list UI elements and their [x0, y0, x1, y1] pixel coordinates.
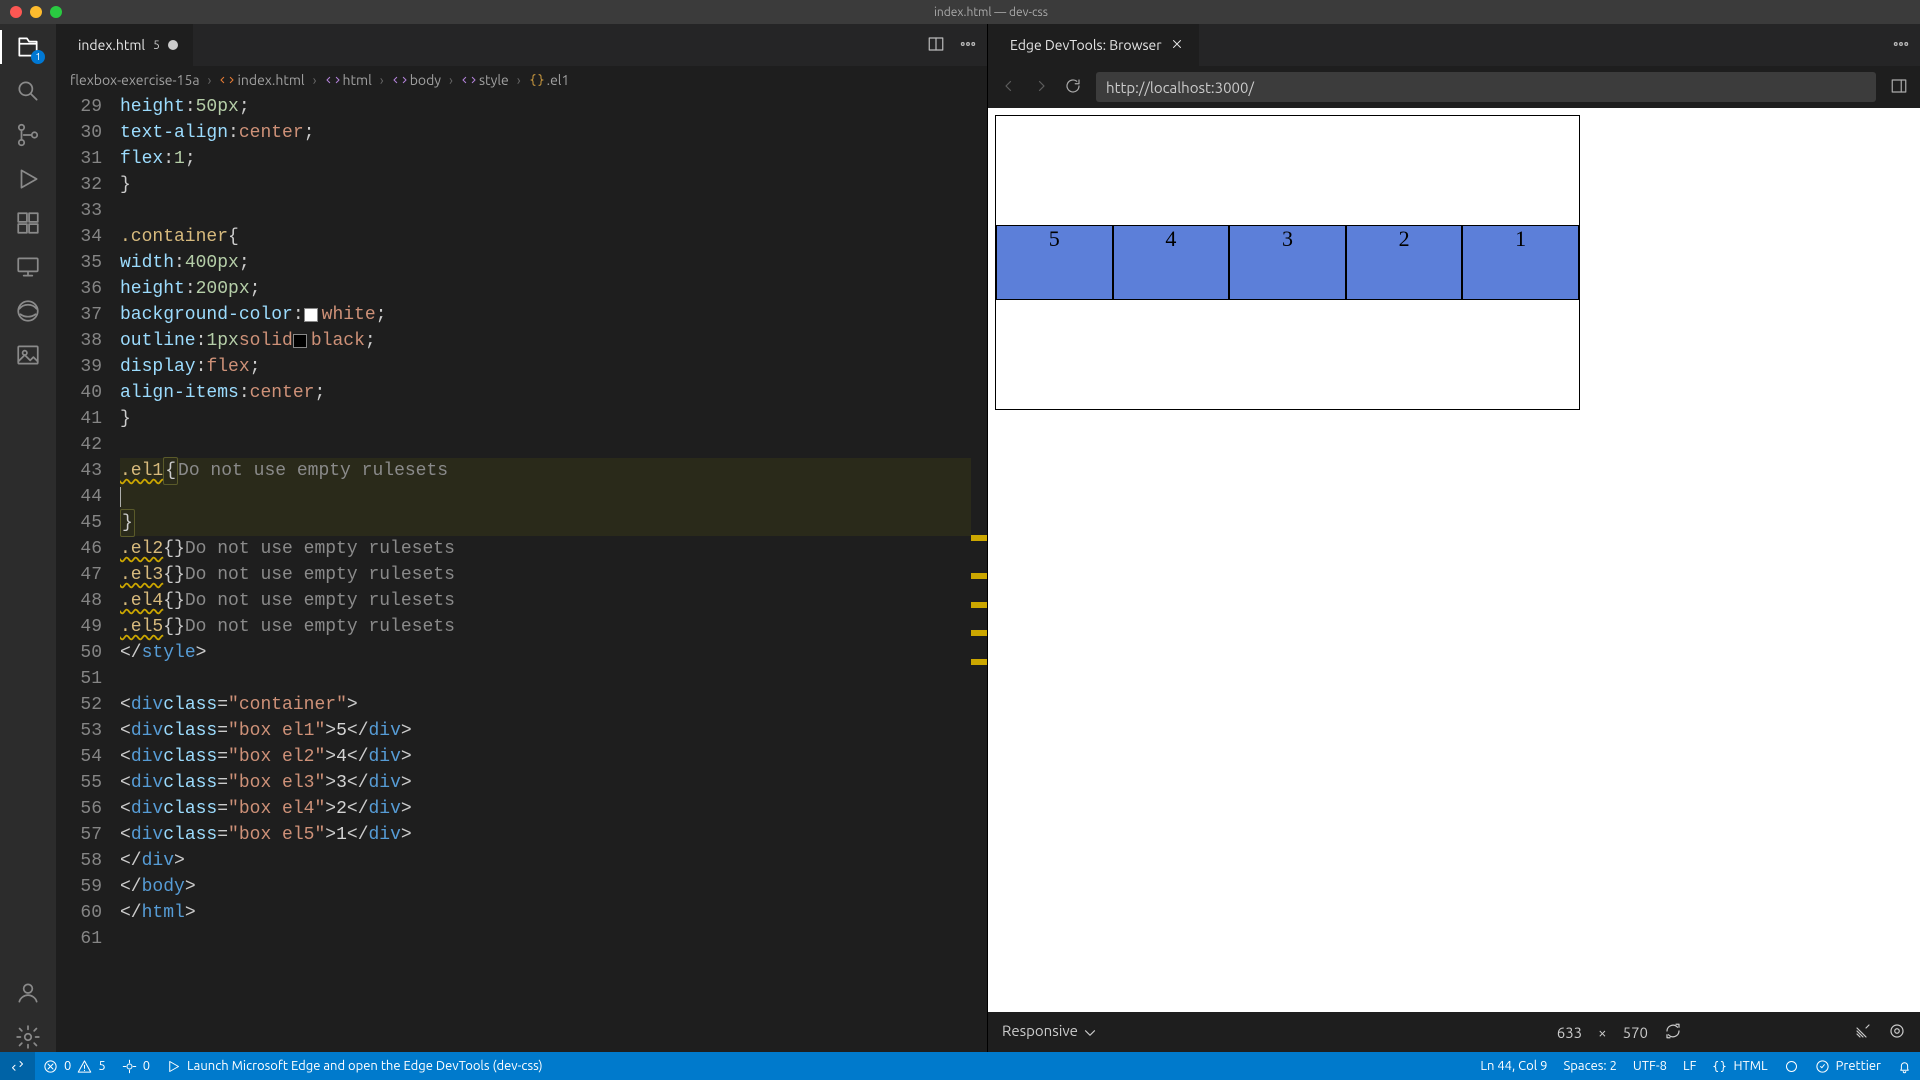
eol-button[interactable]: LF: [1675, 1052, 1704, 1080]
tab-diagnostic-count: 5: [153, 39, 160, 52]
dock-icon[interactable]: [1890, 77, 1908, 98]
extensions-icon[interactable]: [13, 208, 43, 238]
more-actions-icon[interactable]: [959, 35, 977, 56]
screencast-icon[interactable]: [1854, 1022, 1872, 1043]
breadcrumb-seg[interactable]: style: [479, 72, 509, 88]
titlebar: index.html — dev-css: [0, 0, 1920, 24]
run-debug-icon[interactable]: [13, 164, 43, 194]
viewport-sep: ×: [1598, 1024, 1606, 1041]
prettier-button[interactable]: Prettier: [1807, 1052, 1889, 1080]
tab-index-html[interactable]: index.html 5: [56, 24, 193, 66]
activity-bar: 1: [0, 24, 56, 1052]
url-text: http://localhost:3000/: [1106, 79, 1254, 96]
remote-explorer-icon[interactable]: [13, 252, 43, 282]
breadcrumb-seg[interactable]: html: [343, 72, 372, 88]
settings-gear-icon[interactable]: [13, 1022, 43, 1052]
tab-dirty-dot-icon: [168, 40, 178, 50]
breadcrumb-seg[interactable]: body: [410, 72, 441, 88]
encoding-button[interactable]: UTF-8: [1625, 1052, 1675, 1080]
inspect-icon[interactable]: [1888, 1022, 1906, 1043]
editor-group-left: index.html 5 flexbox-exercise-15a› index…: [56, 24, 988, 1052]
more-actions-icon[interactable]: [1892, 35, 1910, 56]
image-icon[interactable]: [13, 340, 43, 370]
symbol-icon: [325, 72, 341, 88]
problems-button[interactable]: 0 5: [35, 1052, 114, 1080]
viewport-width[interactable]: 633: [1557, 1024, 1582, 1041]
tab-title: Edge DevTools: Browser: [1010, 37, 1162, 53]
source-control-icon[interactable]: [13, 120, 43, 150]
search-icon[interactable]: [13, 76, 43, 106]
preview-box: 1: [1462, 225, 1579, 300]
url-input[interactable]: http://localhost:3000/: [1096, 72, 1876, 102]
viewport-mode[interactable]: Responsive: [1002, 1022, 1099, 1041]
overview-ruler[interactable]: [971, 94, 987, 1052]
notifications-icon[interactable]: [1889, 1052, 1920, 1080]
explorer-badge: 1: [31, 50, 45, 64]
maximize-window-icon[interactable]: [50, 6, 62, 18]
code-editor[interactable]: 2930313233343536373839404142434445464748…: [56, 94, 987, 1052]
preview-container: 5 4 3 2 1: [996, 116, 1579, 409]
tab-bar-left: index.html 5: [56, 24, 987, 66]
explorer-icon[interactable]: 1: [13, 32, 43, 62]
rotate-icon[interactable]: [1664, 1022, 1682, 1043]
breadcrumb-folder[interactable]: flexbox-exercise-15a: [70, 72, 200, 88]
browser-preview[interactable]: 5 4 3 2 1: [988, 108, 1920, 1012]
edge-tools-icon[interactable]: [13, 296, 43, 326]
breadcrumb-file[interactable]: index.html: [237, 72, 304, 88]
tab-bar-right: Edge DevTools: Browser: [988, 24, 1920, 66]
editor-group-right: Edge DevTools: Browser http://localhost:…: [988, 24, 1920, 1052]
minimize-window-icon[interactable]: [30, 6, 42, 18]
close-window-icon[interactable]: [10, 6, 22, 18]
preview-box: 4: [1113, 225, 1230, 300]
indent-button[interactable]: Spaces: 2: [1555, 1052, 1624, 1080]
code-body[interactable]: height:50px; text-align: center; flex: 1…: [120, 94, 987, 1052]
forward-icon[interactable]: [1032, 77, 1050, 98]
remote-button[interactable]: [0, 1052, 35, 1080]
cursor-position[interactable]: Ln 44, Col 9: [1472, 1052, 1555, 1080]
brace-icon: [529, 72, 545, 88]
status-bar: 0 5 0 Launch Microsoft Edge and open the…: [0, 1052, 1920, 1080]
split-editor-icon[interactable]: [927, 35, 945, 56]
language-mode-button[interactable]: HTML: [1704, 1052, 1775, 1080]
window-controls: [10, 6, 62, 18]
preview-box: 2: [1346, 225, 1463, 300]
reload-icon[interactable]: [1064, 77, 1082, 98]
html-file-icon: [219, 72, 235, 88]
accounts-icon[interactable]: [13, 978, 43, 1008]
window-title: index.html — dev-css: [62, 6, 1920, 19]
go-live-button[interactable]: [1776, 1052, 1807, 1080]
browser-toolbar: http://localhost:3000/: [988, 66, 1920, 108]
viewport-height[interactable]: 570: [1623, 1024, 1648, 1041]
breadcrumbs[interactable]: flexbox-exercise-15a› index.html› html› …: [56, 66, 987, 94]
close-icon[interactable]: [1170, 37, 1184, 54]
preview-status-bar: Responsive 633 × 570: [988, 1012, 1920, 1052]
ports-button[interactable]: 0: [114, 1052, 158, 1080]
tab-edge-devtools[interactable]: Edge DevTools: Browser: [988, 24, 1199, 66]
preview-box: 5: [996, 225, 1113, 300]
back-icon[interactable]: [1000, 77, 1018, 98]
line-gutter: 2930313233343536373839404142434445464748…: [56, 94, 120, 1052]
symbol-icon: [392, 72, 408, 88]
breadcrumb-seg[interactable]: .el1: [547, 72, 570, 88]
tab-filename: index.html: [78, 37, 145, 53]
preview-box: 3: [1229, 225, 1346, 300]
symbol-icon: [461, 72, 477, 88]
launch-edge-button[interactable]: Launch Microsoft Edge and open the Edge …: [158, 1052, 551, 1080]
